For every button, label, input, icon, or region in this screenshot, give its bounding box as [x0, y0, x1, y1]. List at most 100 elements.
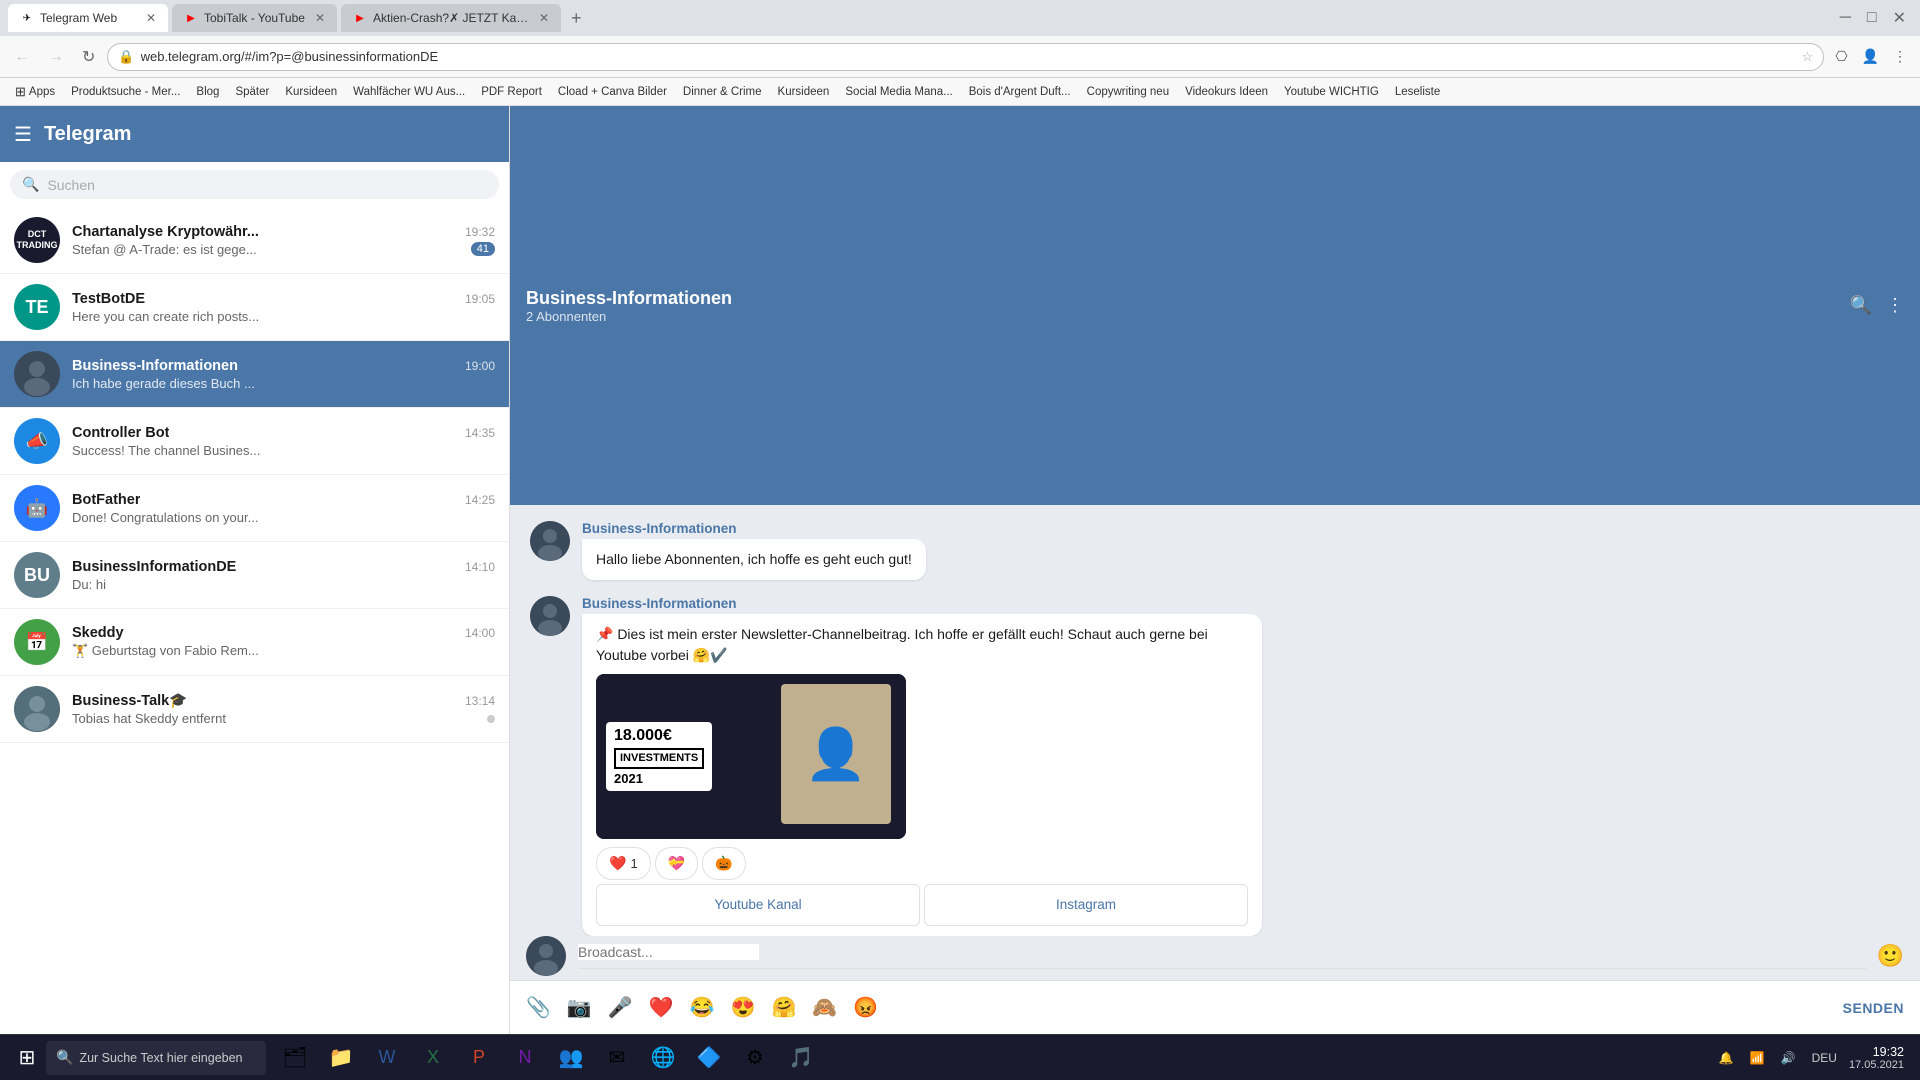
taskbar-app-explorer[interactable]: 📁	[320, 1037, 362, 1079]
chat-name-business-talk: Business-Talk🎓	[72, 692, 187, 709]
bookmark-kursideen2[interactable]: Kursideen	[771, 84, 837, 100]
taskbar-search[interactable]: 🔍 Zur Suche Text hier eingeben	[46, 1041, 266, 1075]
taskbar-app-word[interactable]: W	[366, 1037, 408, 1079]
chat-item-botfather[interactable]: 🤖 BotFather 14:25 Done! Congratulations …	[0, 475, 509, 542]
bookmark-leseliste[interactable]: Leseliste	[1388, 84, 1447, 100]
chat-item-chartanalyse[interactable]: DCTTRADING Chartanalyse Kryptowähr... 19…	[0, 207, 509, 274]
taskbar-app-cortana[interactable]: 🗂	[274, 1037, 316, 1079]
reaction-heart[interactable]: ❤️ 1	[596, 847, 651, 880]
search-input-wrap[interactable]: 🔍	[10, 170, 499, 199]
bookmark-social[interactable]: Social Media Mana...	[838, 84, 959, 100]
bookmark-blog[interactable]: Blog	[189, 84, 226, 100]
tray-language[interactable]: DEU	[1808, 1049, 1841, 1067]
broadcast-input[interactable]	[578, 944, 759, 960]
chat-item-businessinfo-de[interactable]: BU BusinessInformationDE 14:10 Du: hi	[0, 542, 509, 609]
chat-item-business-talk[interactable]: Business-Talk🎓 13:14 Tobias hat Skeddy e…	[0, 676, 509, 743]
extensions-icon[interactable]: ⎔	[1830, 45, 1852, 68]
search-input[interactable]	[47, 177, 487, 193]
quick-emoji-laugh[interactable]: 😂	[690, 995, 715, 1020]
reaction-pumpkin-emoji: 🎃	[715, 853, 732, 874]
quick-emoji-monkey[interactable]: 🙈	[812, 995, 837, 1020]
bookmark-apps[interactable]: ⊞Apps	[8, 82, 62, 102]
taskbar-app-powerpoint[interactable]: P	[458, 1037, 500, 1079]
chat-name-skeddy: Skeddy	[72, 625, 124, 641]
tray-volume[interactable]: 🔊	[1777, 1049, 1800, 1067]
bookmark-später[interactable]: Später	[228, 84, 276, 100]
bookmark-wahlfächer[interactable]: Wahlfächer WU Aus...	[346, 84, 472, 100]
menu-icon[interactable]: ☰	[14, 122, 32, 147]
attach-file-icon[interactable]: 📎	[526, 995, 551, 1020]
maximize-button[interactable]: □	[1861, 4, 1883, 32]
input-actions: 📎 📷 🎤 ❤️ 😂 😍 🤗 🙈 😡 SENDEN	[526, 991, 1904, 1024]
more-icon[interactable]: ⋮	[1888, 45, 1912, 68]
chat-item-skeddy[interactable]: 📅 Skeddy 14:00 🏋 Geburtstag von Fabio Re…	[0, 609, 509, 676]
quick-emoji-heart[interactable]: ❤️	[649, 995, 674, 1020]
minimize-button[interactable]: ─	[1834, 4, 1857, 32]
video-thumbnail[interactable]: 18.000€ INVESTMENTS 2021 👤	[596, 674, 906, 839]
quick-emoji-angry[interactable]: 😡	[853, 995, 878, 1020]
tray-network[interactable]: 📶	[1746, 1049, 1769, 1067]
quick-emoji-love[interactable]: 😍	[731, 995, 756, 1020]
tray-clock[interactable]: 19:32 17.05.2021	[1849, 1045, 1904, 1071]
broadcast-emoji-button[interactable]: 🙂	[1877, 943, 1904, 969]
taskbar-app-teams[interactable]: 👥	[550, 1037, 592, 1079]
reload-button[interactable]: ↻	[76, 43, 101, 71]
taskbar-app-edge[interactable]: 🔷	[688, 1037, 730, 1079]
new-tab-button[interactable]: +	[565, 8, 588, 29]
taskbar-app-chrome[interactable]: 🌐	[642, 1037, 684, 1079]
chat-item-controller[interactable]: 📣 Controller Bot 14:35 Success! The chan…	[0, 408, 509, 475]
chat-more-icon[interactable]: ⋮	[1886, 295, 1904, 316]
chat-time-chartanalyse: 19:32	[465, 225, 495, 239]
bookmark-videokurs[interactable]: Videokurs Ideen	[1178, 84, 1275, 100]
address-bar[interactable]: 🔒 ☆	[107, 43, 1824, 71]
taskbar-app-excel[interactable]: X	[412, 1037, 454, 1079]
chat-area: Business-Informationen 2 Abonnenten 🔍 ⋮ …	[510, 106, 1920, 1034]
avatar-business-info	[14, 351, 60, 397]
tab-close-aktien[interactable]: ✕	[539, 11, 549, 25]
tab-close-youtube[interactable]: ✕	[315, 11, 325, 25]
tab-close-telegram[interactable]: ✕	[146, 11, 156, 25]
microphone-icon[interactable]: 🎤	[608, 995, 633, 1020]
chat-name-controller: Controller Bot	[72, 425, 169, 441]
tab-telegram[interactable]: ✈ Telegram Web ✕	[8, 4, 168, 32]
chat-header-info[interactable]: Business-Informationen 2 Abonnenten	[526, 288, 732, 324]
chat-search-icon[interactable]: 🔍	[1850, 295, 1872, 316]
chat-item-testbot[interactable]: TE TestBotDE 19:05 Here you can create r…	[0, 274, 509, 341]
tray-notifications[interactable]: 🔔	[1715, 1049, 1738, 1067]
video-thumb-inner: 18.000€ INVESTMENTS 2021 👤	[596, 674, 906, 839]
bookmark-produktsuche[interactable]: Produktsuche - Mer...	[64, 84, 187, 100]
bookmark-copywriting[interactable]: Copywriting neu	[1080, 84, 1176, 100]
bookmark-kursideen1[interactable]: Kursideen	[278, 84, 344, 100]
link-buttons: Youtube Kanal Instagram	[596, 884, 1248, 926]
tray-time-value: 19:32	[1873, 1045, 1904, 1059]
bookmark-pdf[interactable]: PDF Report	[474, 84, 549, 100]
bookmark-youtube[interactable]: Youtube WICHTIG	[1277, 84, 1386, 100]
quick-emoji-hug[interactable]: 🤗	[771, 995, 796, 1020]
taskbar-app-outlook[interactable]: ✉	[596, 1037, 638, 1079]
close-window-button[interactable]: ✕	[1887, 4, 1912, 32]
url-input[interactable]	[141, 49, 1796, 64]
send-button[interactable]: SENDEN	[1843, 1000, 1904, 1016]
back-button[interactable]: ←	[8, 44, 36, 70]
toolbar-right: ⎔ 👤 ⋮	[1830, 45, 1912, 68]
profile-icon[interactable]: 👤	[1857, 45, 1884, 68]
broadcast-avatar	[526, 936, 566, 976]
chat-item-business-info[interactable]: Business-Informationen 19:00 Ich habe ge…	[0, 341, 509, 408]
taskbar-apps: 🗂 📁 W X P N 👥 ✉ 🌐 🔷 ⚙ 🎵	[274, 1037, 822, 1079]
tab-aktien[interactable]: ▶ Aktien-Crash?✗ JETZT Kaufen... ✕	[341, 4, 561, 32]
instagram-button[interactable]: Instagram	[924, 884, 1248, 926]
bookmark-bois[interactable]: Bois d'Argent Duft...	[962, 84, 1078, 100]
bookmark-dinner[interactable]: Dinner & Crime	[676, 84, 769, 100]
camera-icon[interactable]: 📷	[567, 995, 592, 1020]
reaction-pumpkin[interactable]: 🎃	[702, 847, 745, 880]
bookmark-star-icon[interactable]: ☆	[1802, 49, 1814, 65]
reaction-sparkling-heart[interactable]: 💝	[655, 847, 698, 880]
taskbar-app-settings[interactable]: ⚙	[734, 1037, 776, 1079]
bookmark-canva[interactable]: Cload + Canva Bilder	[551, 84, 674, 100]
start-button[interactable]: ⊞	[8, 1039, 46, 1077]
taskbar-app-spotify[interactable]: 🎵	[780, 1037, 822, 1079]
taskbar-app-onenote[interactable]: N	[504, 1037, 546, 1079]
youtube-kanal-button[interactable]: Youtube Kanal	[596, 884, 920, 926]
tab-youtube[interactable]: ▶ TobiTalk - YouTube ✕	[172, 4, 337, 32]
forward-button[interactable]: →	[42, 44, 70, 70]
